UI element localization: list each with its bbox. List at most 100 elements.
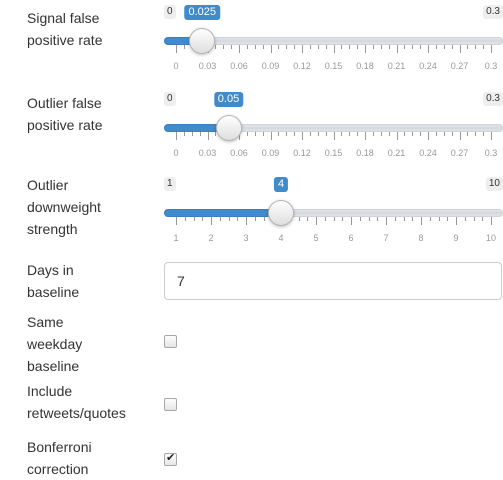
slider-tick-label: 0.18: [356, 148, 374, 158]
slider-minor-tick: [219, 217, 221, 221]
slider-minor-tick: [191, 132, 193, 136]
same-weekday-checkbox[interactable]: [164, 335, 177, 348]
slider-tick-label: 0.27: [450, 148, 469, 158]
slider-handle[interactable]: [189, 28, 216, 54]
slider-minor-tick: [349, 132, 351, 136]
signal-fpr-label: Signal false positive rate: [27, 10, 103, 48]
slider-minor-tick: [359, 217, 361, 221]
slider-minor-tick: [262, 45, 264, 49]
slider-min-label: 0: [164, 5, 176, 19]
slider-minor-tick: [294, 45, 296, 49]
slider-minor-tick: [183, 132, 185, 136]
slider-tick-label: 5: [313, 233, 319, 243]
slider-minor-tick: [412, 45, 414, 49]
slider-tick-label: 2: [208, 233, 214, 243]
slider-major-tick: [207, 132, 209, 140]
slider-minor-tick: [254, 217, 256, 221]
slider-minor-tick: [254, 45, 256, 49]
slider-minor-tick: [435, 132, 437, 136]
slider-tick-label: 0.24: [419, 148, 437, 158]
bonferroni-label: Bonferroni correction: [27, 439, 92, 477]
baseline-days-input[interactable]: [164, 262, 502, 300]
slider-minor-tick: [443, 132, 445, 136]
slider-tick-label: 0.27: [450, 61, 469, 71]
slider-tick-label: 7: [383, 233, 389, 243]
outlier-strength-slider[interactable]: 1 10 4 1 2 3 4 5 6 7 8 9 10: [164, 177, 503, 247]
outlier-fpr-slider[interactable]: 0 0.3 0.05 0 0.03 0.06 0.09 0.12 0.15 0.18 0.21 0.2…: [164, 92, 503, 162]
slider-minor-tick: [278, 132, 280, 136]
slider-tick-label: 0.21: [387, 61, 406, 71]
slider-tick-label: 0.3: [484, 148, 498, 158]
slider-tick-label: 0.18: [356, 61, 374, 71]
slider-minor-tick: [309, 132, 311, 136]
slider-minor-tick: [435, 45, 437, 49]
slider-minor-tick: [420, 45, 422, 49]
slider-max-label: 0.3: [483, 92, 503, 106]
slider-tick-label: 1: [173, 233, 179, 243]
slider-major-tick: [428, 45, 429, 53]
slider-major-tick: [176, 45, 177, 53]
slider-tick-label: 0: [173, 61, 179, 71]
slider-min-label: 1: [164, 177, 176, 191]
slider-minor-tick: [451, 132, 453, 136]
slider-tick-label: 0.09: [261, 61, 280, 71]
same-weekday-label: Same weekday baseline: [27, 314, 83, 374]
slider-minor-tick: [223, 45, 225, 49]
slider-minor-tick: [325, 45, 327, 49]
slider-major-tick: [421, 217, 422, 225]
slider-major-tick: [365, 45, 366, 53]
slider-tick-label: 0.15: [324, 148, 343, 158]
slider-minor-tick: [394, 217, 396, 221]
include-retweets-checkbox[interactable]: [164, 398, 177, 411]
slider-minor-tick: [286, 132, 288, 136]
slider-minor-tick: [388, 132, 390, 136]
slider-minor-tick: [193, 217, 195, 221]
slider-major-tick: [365, 132, 366, 140]
slider-major-tick: [302, 132, 303, 140]
bonferroni-checkbox[interactable]: ✔: [164, 452, 177, 466]
slider-minor-tick: [231, 45, 233, 49]
slider-value-bubble: 4: [273, 177, 289, 192]
slider-major-tick: [333, 132, 335, 140]
slider-minor-tick: [317, 45, 319, 49]
slider-major-tick: [491, 45, 492, 53]
outlier-strength-label: Outlier downweight strength: [27, 177, 101, 237]
slider-major-tick: [386, 217, 387, 225]
signal-fpr-slider[interactable]: 0 0.3 0.025 0 0.03 0.06 0.09 0.12 0.15 0.18 0.21 0.…: [164, 5, 503, 75]
slider-minor-tick: [325, 132, 327, 136]
slider-minor-tick: [341, 132, 343, 136]
slider-tick-label: 0.09: [261, 148, 280, 158]
slider-minor-tick: [403, 217, 405, 221]
slider-minor-tick: [349, 45, 351, 49]
slider-minor-tick: [317, 132, 319, 136]
slider-minor-tick: [309, 45, 311, 49]
slider-minor-tick: [475, 45, 477, 49]
slider-minor-tick: [380, 45, 382, 49]
slider-major-tick: [491, 132, 492, 140]
slider-major-tick: [491, 217, 492, 225]
slider-tick-label: 10: [485, 233, 497, 243]
slider-major-tick: [459, 132, 461, 140]
slider-major-tick: [176, 217, 177, 225]
slider-tick-label: 0.3: [484, 61, 498, 71]
slider-handle[interactable]: [268, 200, 294, 226]
include-retweets-label: Include retweets/quotes: [27, 383, 126, 421]
slider-minor-tick: [246, 132, 248, 136]
slider-tick-label: 0.06: [230, 61, 248, 71]
slider-major-tick: [428, 132, 429, 140]
slider-major-tick: [176, 132, 177, 140]
slider-minor-tick: [464, 217, 466, 221]
slider-tick-label: 0.12: [293, 148, 311, 158]
slider-tick-label: 0.03: [198, 148, 217, 158]
slider-major-tick: [351, 217, 352, 225]
slider-tick-label: 3: [243, 233, 249, 243]
slider-major-tick: [246, 217, 247, 225]
slider-minor-tick: [183, 45, 185, 49]
slider-minor-tick: [388, 45, 390, 49]
slider-minor-tick: [412, 217, 414, 221]
slider-minor-tick: [380, 132, 382, 136]
slider-major-tick: [270, 132, 272, 140]
slider-tick-label: 0: [173, 148, 179, 158]
slider-major-tick: [270, 45, 272, 53]
slider-handle[interactable]: [215, 115, 242, 141]
